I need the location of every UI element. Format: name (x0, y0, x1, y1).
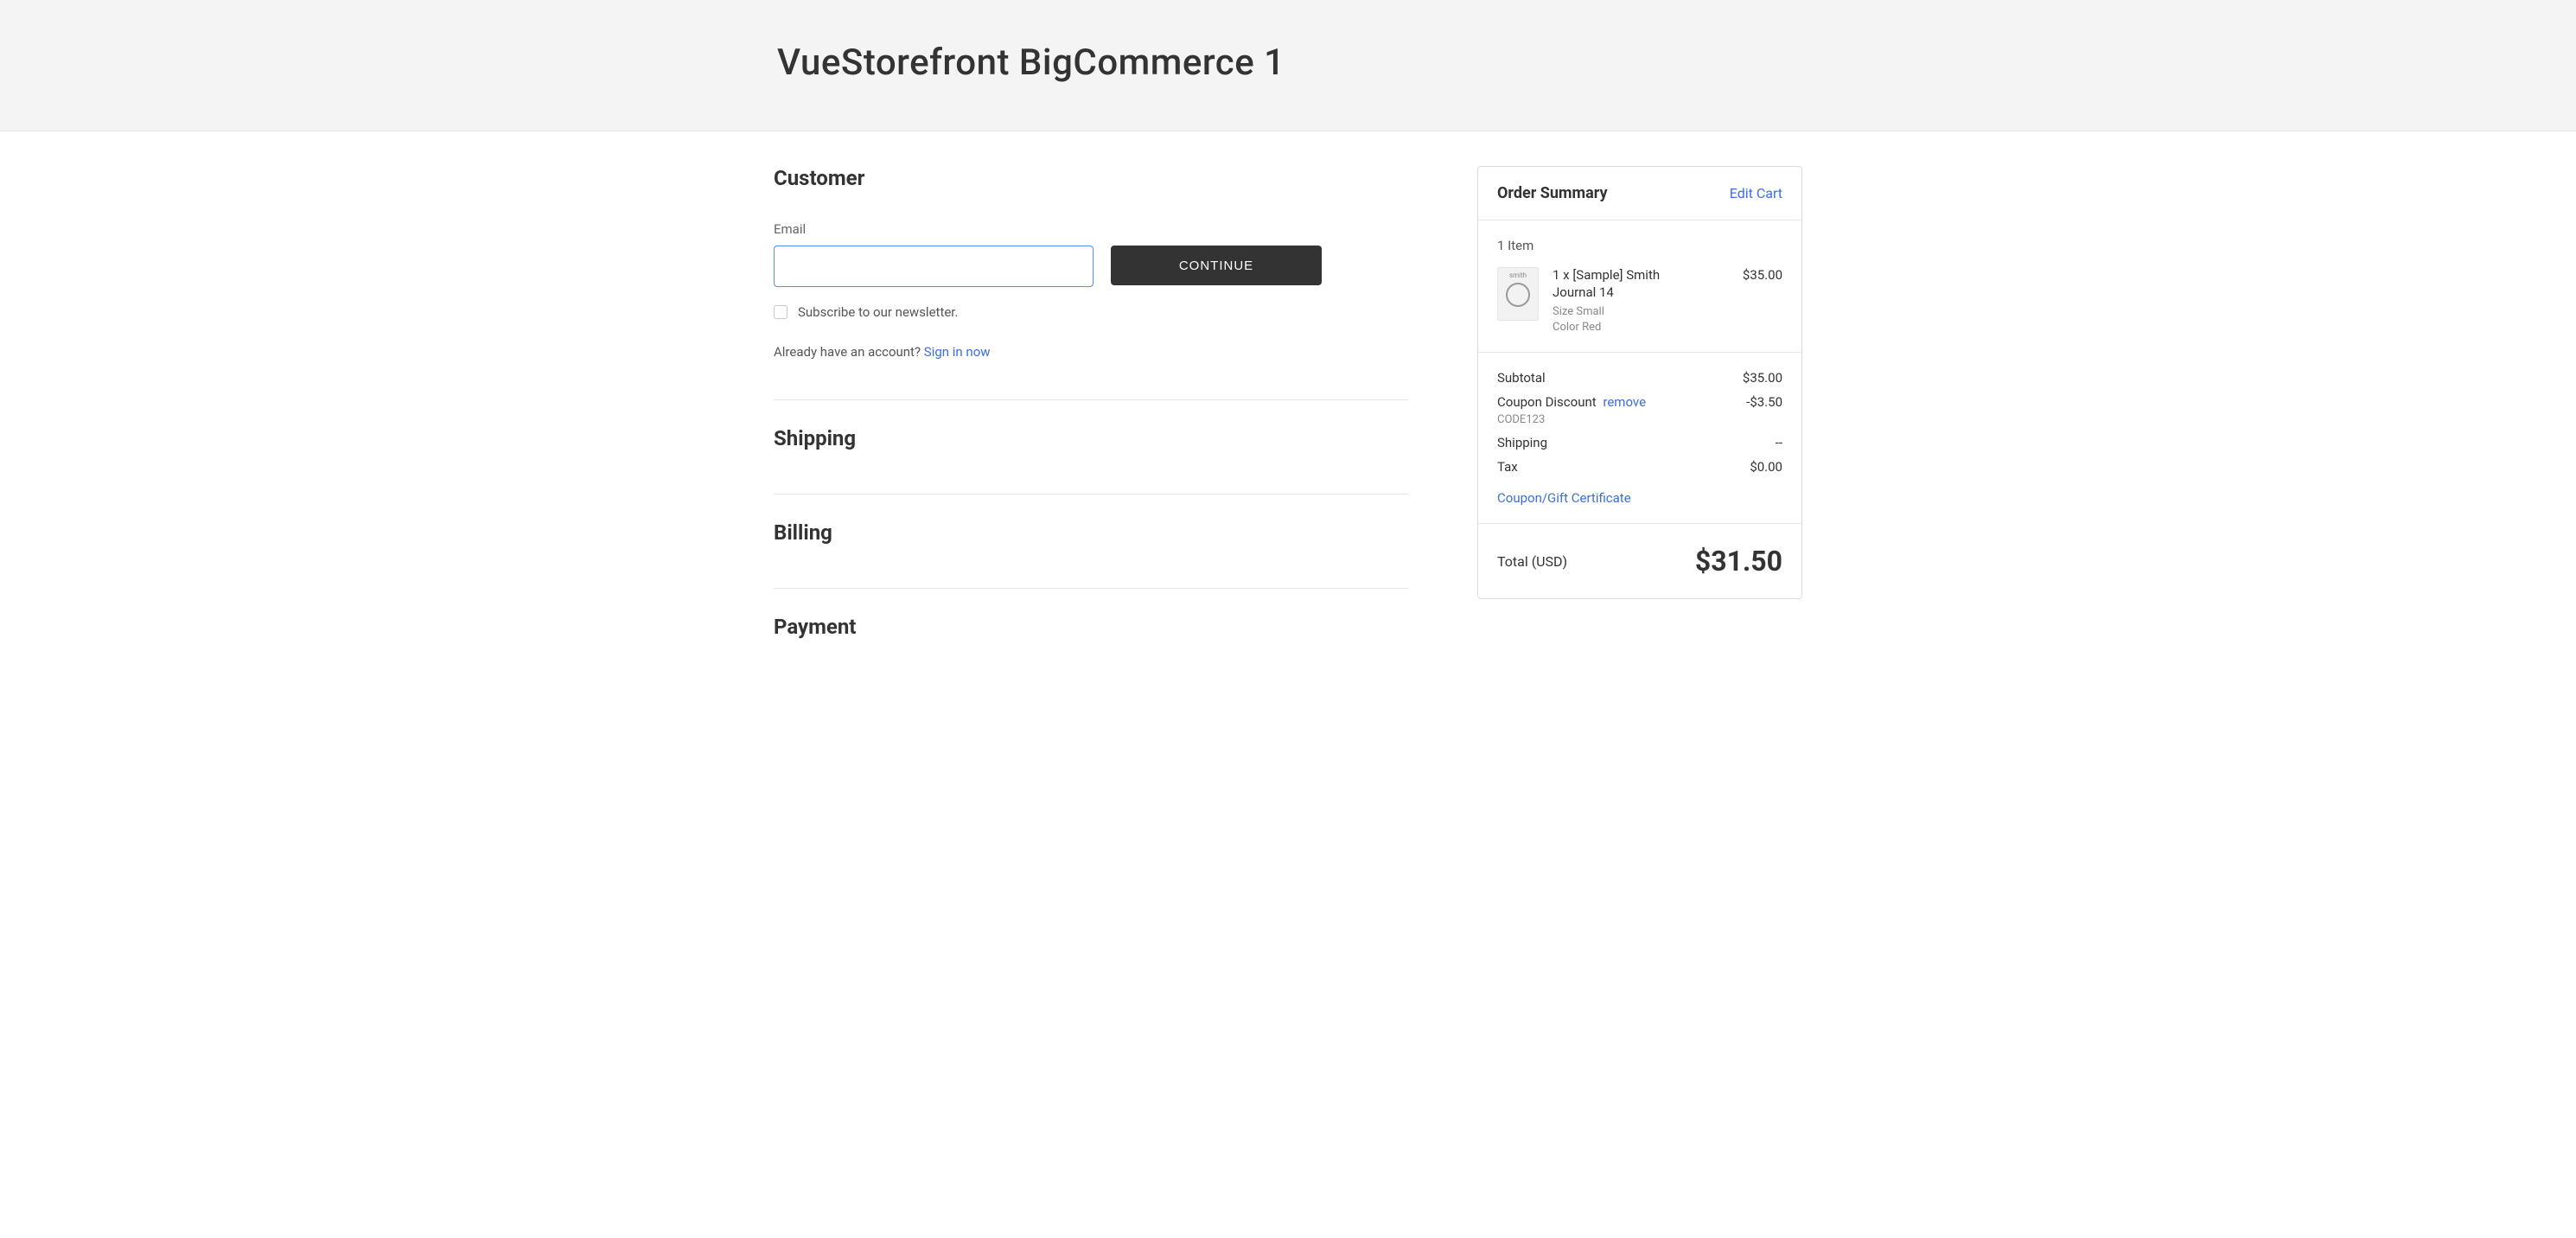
subscribe-label: Subscribe to our newsletter. (798, 304, 958, 320)
coupon-code: CODE123 (1497, 413, 1782, 426)
shipping-value: -- (1776, 435, 1782, 450)
signin-prompt: Already have an account? (774, 344, 924, 360)
coupon-discount-label: Coupon Discount (1497, 394, 1597, 410)
continue-button[interactable]: CONTINUE (1111, 246, 1322, 285)
product-thumbnail: smith (1497, 267, 1539, 321)
billing-heading: Billing (774, 520, 1408, 545)
edit-cart-link[interactable]: Edit Cart (1730, 185, 1782, 201)
subtotal-label: Subtotal (1497, 370, 1546, 386)
tax-value: $0.00 (1750, 459, 1782, 475)
order-summary-card: Order Summary Edit Cart 1 Item smith 1 x… (1477, 166, 1802, 599)
site-title: VueStorefront BigCommerce 1 (774, 41, 1802, 84)
item-attr-color: Color Red (1553, 320, 1682, 335)
checkout-steps: Customer Email CONTINUE Subscribe to our… (774, 166, 1408, 665)
item-attr-size: Size Small (1553, 304, 1682, 320)
email-input[interactable] (774, 246, 1094, 287)
shipping-heading: Shipping (774, 426, 1408, 450)
payment-heading: Payment (774, 615, 1408, 639)
email-label: Email (774, 221, 1408, 237)
customer-heading: Customer (774, 166, 1408, 190)
customer-step: Customer Email CONTINUE Subscribe to our… (774, 166, 1408, 399)
total-value: $31.50 (1695, 545, 1782, 578)
subscribe-checkbox[interactable] (774, 305, 787, 319)
shipping-step: Shipping (774, 426, 1408, 494)
item-name: 1 x [Sample] Smith Journal 14 (1553, 267, 1682, 301)
page-header: VueStorefront BigCommerce 1 (0, 0, 2576, 131)
subtotal-value: $35.00 (1743, 370, 1782, 386)
order-summary-title: Order Summary (1497, 184, 1608, 202)
shipping-label: Shipping (1497, 435, 1547, 450)
item-price: $35.00 (1743, 267, 1782, 335)
coupon-gift-link[interactable]: Coupon/Gift Certificate (1497, 490, 1631, 506)
cart-item: smith 1 x [Sample] Smith Journal 14 Size… (1497, 267, 1782, 335)
payment-step: Payment (774, 615, 1408, 665)
divider (774, 399, 1408, 400)
signin-link[interactable]: Sign in now (924, 344, 991, 360)
divider (774, 494, 1408, 495)
billing-step: Billing (774, 520, 1408, 588)
thumb-graphic (1506, 283, 1530, 307)
thumb-word: smith (1509, 271, 1527, 279)
coupon-discount-value: -$3.50 (1746, 394, 1782, 410)
total-label: Total (USD) (1497, 553, 1567, 570)
signin-row: Already have an account? Sign in now (774, 344, 1408, 360)
item-count: 1 Item (1497, 238, 1782, 253)
divider (774, 588, 1408, 589)
tax-label: Tax (1497, 459, 1518, 475)
remove-coupon-link[interactable]: remove (1603, 394, 1646, 410)
